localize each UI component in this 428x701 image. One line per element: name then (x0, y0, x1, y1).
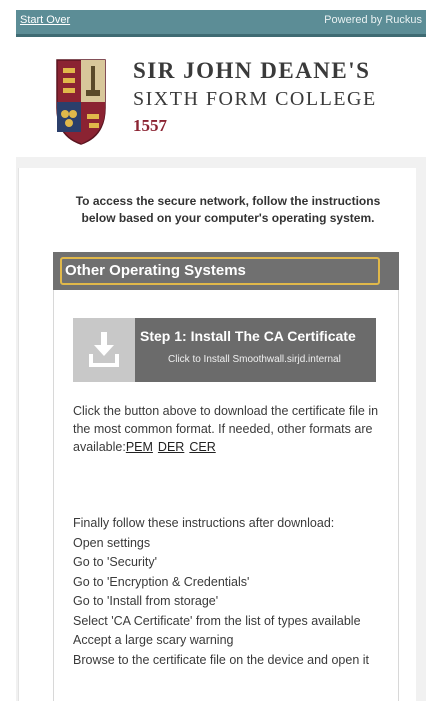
top-bar: Start Over Powered by Ruckus (16, 10, 426, 37)
download-icon (89, 332, 119, 367)
college-name-line1: SIR JOHN DEANE'S (133, 58, 371, 83)
step-item: Go to 'Install from storage' (73, 594, 219, 608)
start-over-link[interactable]: Start Over (20, 14, 70, 26)
step-item: Go to 'Security' (73, 555, 157, 569)
format-link-cer[interactable]: CER (189, 440, 215, 454)
os-panel-header[interactable]: Other Operating Systems (53, 252, 399, 290)
powered-by-link[interactable]: Powered by Ruckus (324, 14, 422, 26)
step-item: Go to 'Encryption & Credentials' (73, 574, 250, 589)
college-name-line2: SIXTH FORM COLLEGE (133, 88, 377, 110)
install-button-subtitle: Click to Install Smoothwall.sirjd.intern… (168, 354, 341, 365)
install-button-title: Step 1: Install The CA Certificate (140, 328, 356, 344)
format-link-der[interactable]: DER (158, 440, 184, 454)
download-instructions: Click the button above to download the c… (73, 402, 383, 456)
college-crest-icon (56, 59, 106, 145)
step-item: Open settings (73, 535, 151, 550)
install-steps: Finally follow these instructions after … (73, 514, 383, 670)
install-icon-box (73, 318, 135, 382)
os-panel-title[interactable]: Other Operating Systems (60, 257, 380, 285)
step-item: Browse to the certificate file on the de… (73, 652, 370, 667)
intro-text: To access the secure network, follow the… (75, 194, 381, 225)
step-item: Select 'CA Certificate' from the list of… (73, 613, 361, 628)
install-certificate-button[interactable]: Step 1: Install The CA Certificate Click… (73, 318, 376, 382)
step-item: Accept a large scary warning (73, 633, 234, 647)
format-link-pem[interactable]: PEM (126, 440, 153, 454)
download-text: Click the button above to download the c… (73, 404, 379, 454)
college-name: SIR JOHN DEANE'S SIXTH FORM COLLEGE 1557 (133, 58, 377, 138)
steps-intro: Finally follow these instructions after … (73, 516, 335, 530)
college-year: 1557 (133, 116, 167, 135)
